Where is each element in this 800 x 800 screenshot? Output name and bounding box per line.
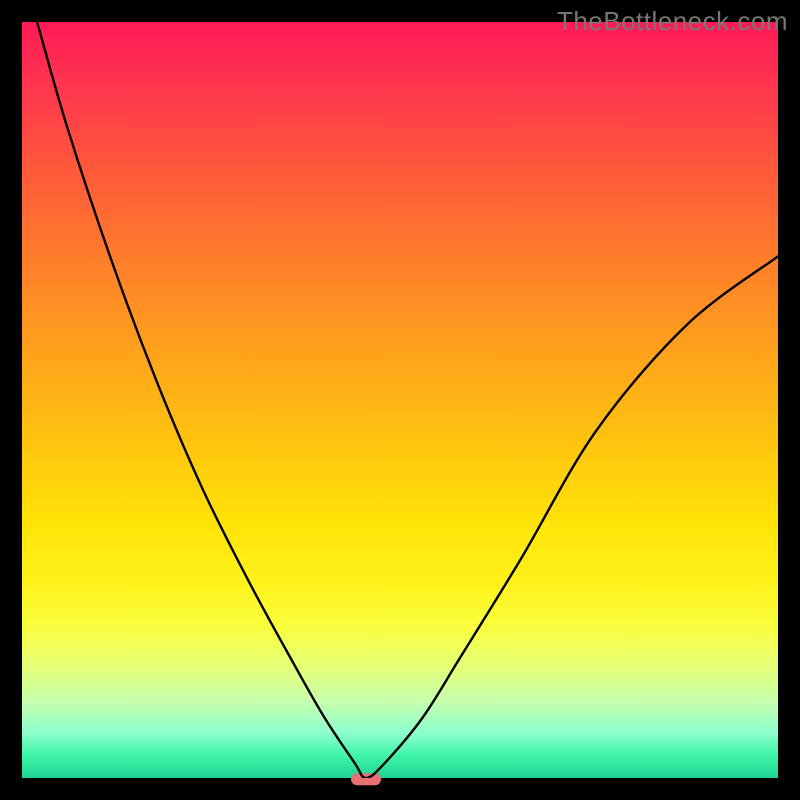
watermark-text: TheBottleneck.com — [557, 6, 788, 37]
bottleneck-curve — [37, 22, 778, 778]
plot-area — [22, 22, 778, 778]
chart-frame: TheBottleneck.com — [0, 0, 800, 800]
curve-svg — [22, 22, 778, 778]
